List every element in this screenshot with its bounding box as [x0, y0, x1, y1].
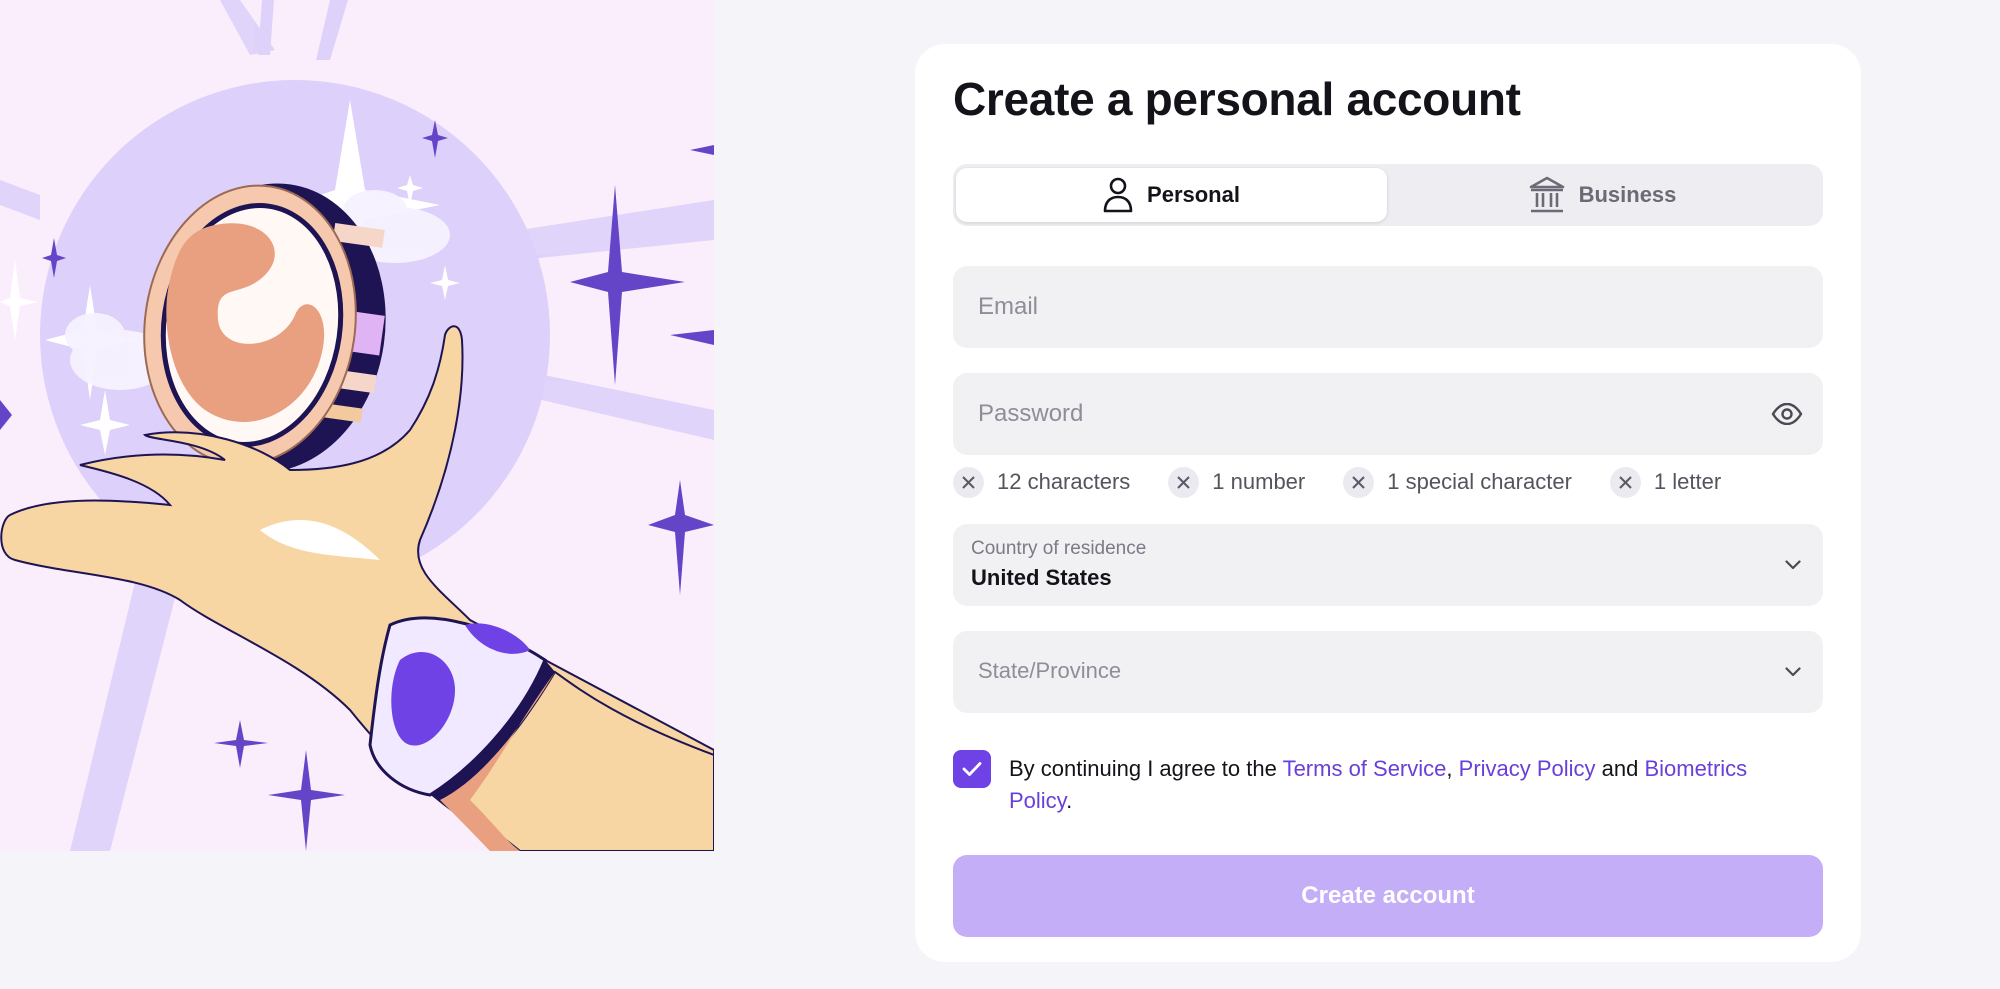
requirement-number: 1 number	[1168, 466, 1306, 498]
signup-card: Create a personal account Personal Busin…	[915, 44, 1861, 962]
person-icon	[1103, 177, 1133, 213]
consent-checkbox[interactable]	[953, 750, 991, 788]
bank-icon	[1529, 176, 1565, 214]
create-account-button[interactable]: Create account	[953, 855, 1823, 937]
country-label: Country of residence	[971, 538, 1147, 559]
tab-business[interactable]: Business	[1387, 168, 1818, 222]
close-icon	[1168, 466, 1200, 498]
consent-prefix: By continuing I agree to the	[1009, 756, 1283, 781]
requirement-label: 1 special character	[1387, 469, 1572, 494]
requirement-special: 1 special character	[1343, 466, 1572, 498]
email-field[interactable]	[953, 266, 1823, 348]
requirement-length: 12 characters	[953, 466, 1131, 498]
requirement-label: 1 letter	[1653, 469, 1722, 494]
terms-of-service-link[interactable]: Terms of Service	[1283, 756, 1447, 781]
close-icon	[1609, 466, 1641, 498]
password-field-container	[953, 373, 1823, 455]
state-select[interactable]: State/Province	[953, 631, 1823, 713]
requirement-letter: 1 letter	[1609, 466, 1722, 498]
eye-icon[interactable]	[1771, 399, 1803, 429]
tab-personal-label: Personal	[1147, 182, 1240, 207]
close-icon	[1343, 466, 1375, 498]
country-value: United States	[971, 565, 1112, 590]
password-requirements: 12 characters 1 number 1 special charact…	[953, 466, 1759, 498]
requirement-label: 12 characters	[997, 469, 1131, 494]
consent-suffix: .	[1066, 788, 1073, 813]
chevron-down-icon	[1783, 662, 1803, 682]
email-field-container	[953, 266, 1823, 348]
tab-business-label: Business	[1578, 182, 1677, 207]
close-icon	[953, 466, 984, 498]
tab-personal[interactable]: Personal	[956, 168, 1387, 222]
state-placeholder: State/Province	[978, 658, 1122, 683]
password-field[interactable]	[953, 373, 1823, 455]
consent-and: and	[1595, 756, 1645, 781]
coin-in-hand-illustration	[0, 0, 714, 851]
page-title: Create a personal account	[953, 73, 1521, 125]
checkmark-icon	[962, 762, 982, 776]
consent-text: By continuing I agree to the Terms of Se…	[1009, 753, 1809, 817]
account-type-tabs: Personal Business	[953, 164, 1823, 226]
country-select[interactable]: Country of residence United States	[953, 524, 1823, 606]
chevron-down-icon	[1783, 555, 1803, 575]
hero-illustration	[0, 0, 714, 851]
consent-comma: ,	[1446, 756, 1453, 781]
privacy-policy-link[interactable]: Privacy Policy	[1459, 756, 1596, 781]
requirement-label: 1 number	[1212, 469, 1306, 494]
